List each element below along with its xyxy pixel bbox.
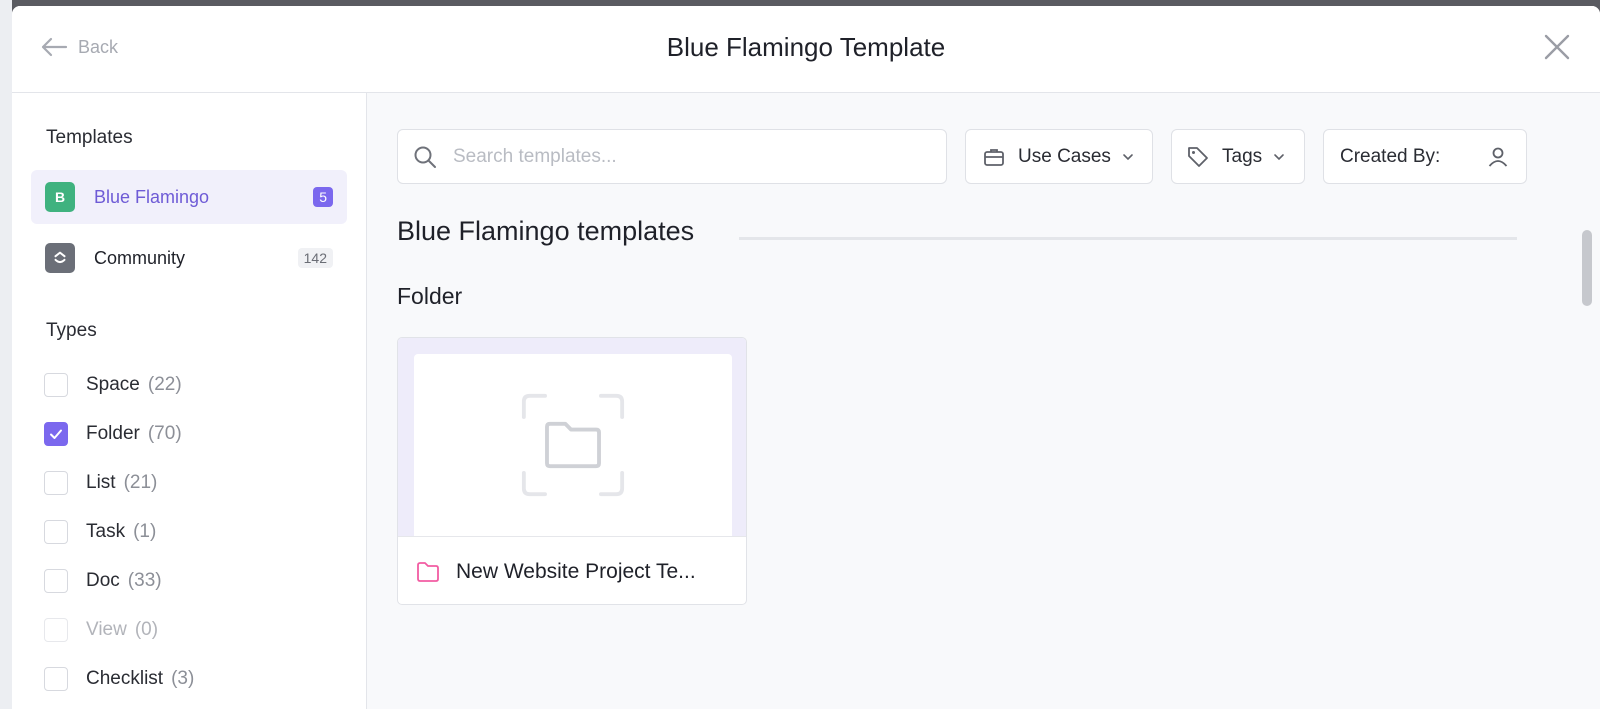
type-filter-doc[interactable]: Doc (33) <box>44 568 162 594</box>
close-icon[interactable] <box>1540 30 1574 64</box>
scrollbar[interactable] <box>1580 226 1594 709</box>
card-preview-inner <box>414 354 732 536</box>
folder-icon <box>417 561 439 582</box>
type-count: (0) <box>134 619 159 640</box>
scrollbar-thumb[interactable] <box>1582 230 1592 306</box>
source-blue-flamingo[interactable]: B Blue Flamingo 5 <box>31 170 347 224</box>
type-label: Task <box>86 521 126 542</box>
workspace-avatar: B <box>45 182 75 212</box>
source-label: Blue Flamingo <box>94 186 210 207</box>
check-icon <box>50 429 62 439</box>
tags-label: Tags <box>1222 145 1263 167</box>
checkbox[interactable] <box>44 520 68 544</box>
search-box[interactable] <box>397 129 947 184</box>
search-icon <box>414 146 436 168</box>
type-label: View <box>86 619 127 640</box>
modal-header: Back Blue Flamingo Template <box>12 6 1600 93</box>
template-card[interactable]: New Website Project Te... <box>397 337 747 605</box>
card-footer: New Website Project Te... <box>398 536 746 604</box>
type-label: List <box>86 472 116 493</box>
type-count: (33) <box>127 570 162 591</box>
card-preview <box>398 338 746 536</box>
count-badge: 142 <box>297 248 333 268</box>
type-label: Checklist <box>86 668 164 689</box>
group-heading: Folder <box>397 283 463 309</box>
source-label: Community <box>94 247 186 268</box>
card-title: New Website Project Te... <box>456 559 696 583</box>
use-cases-label: Use Cases <box>1018 145 1111 167</box>
type-filter-view: View (0) <box>44 617 158 643</box>
checkbox[interactable] <box>44 667 68 691</box>
background-app <box>0 0 12 709</box>
checkbox-checked[interactable] <box>44 422 68 446</box>
chevron-down-icon <box>1123 153 1133 160</box>
section-heading: Blue Flamingo templates <box>397 216 695 246</box>
templates-heading: Templates <box>46 127 133 148</box>
type-count: (3) <box>171 668 195 689</box>
source-community[interactable]: Community 142 <box>31 231 347 285</box>
checkbox[interactable] <box>44 373 68 397</box>
main-content: Use Cases Tags Created By: Blue Flamingo… <box>368 93 1600 709</box>
type-count: (1) <box>133 521 157 542</box>
type-filter-checklist[interactable]: Checklist (3) <box>44 666 194 692</box>
type-label: Folder <box>86 423 140 444</box>
briefcase-icon <box>984 148 1004 166</box>
tags-dropdown[interactable]: Tags <box>1171 129 1305 184</box>
checkbox-disabled <box>44 618 68 642</box>
tag-icon <box>1188 146 1208 167</box>
type-filter-folder[interactable]: Folder (70) <box>44 421 182 447</box>
chevron-down-icon <box>1274 153 1284 160</box>
section-divider <box>739 237 1517 240</box>
community-logo-icon <box>45 243 75 273</box>
type-count: (22) <box>147 374 182 395</box>
folder-placeholder-icon <box>521 393 625 497</box>
type-filter-list[interactable]: List (21) <box>44 470 157 496</box>
types-heading: Types <box>46 320 97 341</box>
search-input[interactable] <box>453 145 913 168</box>
type-filter-space[interactable]: Space (22) <box>44 372 182 398</box>
count-badge: 5 <box>313 187 333 207</box>
type-filter-task[interactable]: Task (1) <box>44 519 156 545</box>
created-by-filter[interactable]: Created By: <box>1323 129 1527 184</box>
type-count: (21) <box>123 472 158 493</box>
sidebar: Templates B Blue Flamingo 5 Community 14… <box>12 93 367 709</box>
use-cases-dropdown[interactable]: Use Cases <box>965 129 1153 184</box>
created-by-label: Created By: <box>1340 145 1441 167</box>
type-label: Doc <box>86 570 120 591</box>
user-icon <box>1488 147 1508 167</box>
template-modal: Back Blue Flamingo Template Templates B … <box>12 6 1600 709</box>
checkbox[interactable] <box>44 569 68 593</box>
type-count: (70) <box>147 423 182 444</box>
checkbox[interactable] <box>44 471 68 495</box>
modal-title: Blue Flamingo Template <box>666 32 946 62</box>
type-label: Space <box>86 374 140 395</box>
